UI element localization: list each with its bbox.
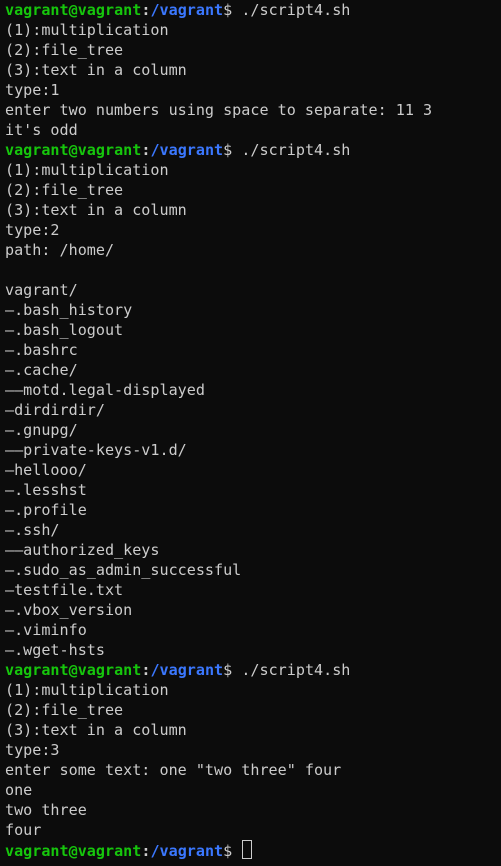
prompt-path: /vagrant bbox=[150, 141, 224, 159]
prompt-symbol: $ bbox=[223, 1, 242, 19]
prompt-username: vagrant bbox=[5, 661, 69, 679]
output-line: —.cache/ bbox=[5, 361, 78, 379]
prompt-symbol: $ bbox=[223, 842, 242, 860]
prompt-username: vagrant bbox=[5, 141, 69, 159]
prompt-symbol: $ bbox=[223, 661, 242, 679]
prompt-line: vagrant@vagrant:/vagrant$ ./script4.sh bbox=[5, 660, 499, 680]
output-line: —hellooo/ bbox=[5, 461, 87, 479]
prompt-hostname: vagrant bbox=[77, 1, 142, 19]
output-line: type:2 bbox=[5, 221, 60, 239]
output-line: path: /home/ bbox=[5, 241, 115, 259]
prompt-hostname: vagrant bbox=[77, 842, 142, 860]
command-text: ./script4.sh bbox=[241, 141, 351, 159]
output-line: —testfile.txt bbox=[5, 581, 124, 599]
prompt-username: vagrant bbox=[5, 842, 69, 860]
output-line: —dirdirdir/ bbox=[5, 401, 105, 419]
output-line: (2):file_tree bbox=[5, 41, 124, 59]
output-line: —.viminfo bbox=[5, 621, 87, 639]
output-line: enter some text: one "two three" four bbox=[5, 761, 342, 779]
output-line: two three bbox=[5, 801, 87, 819]
output-line: —.gnupg/ bbox=[5, 421, 78, 439]
prompt-line: vagrant@vagrant:/vagrant$ ./script4.sh bbox=[5, 0, 499, 20]
output-line: enter two numbers using space to separat… bbox=[5, 101, 433, 119]
prompt-at-sign: @ bbox=[68, 141, 78, 159]
output-line: four bbox=[5, 821, 42, 839]
prompt-symbol: $ bbox=[223, 141, 242, 159]
prompt-path: /vagrant bbox=[150, 842, 224, 860]
output-line: it's odd bbox=[5, 121, 78, 139]
output-line: type:1 bbox=[5, 81, 60, 99]
prompt-hostname: vagrant bbox=[77, 141, 142, 159]
prompt-line: vagrant@vagrant:/vagrant$ ./script4.sh bbox=[5, 140, 499, 160]
output-line: —.lesshst bbox=[5, 481, 87, 499]
output-line: —.wget-hsts bbox=[5, 641, 105, 659]
output-line: vagrant/ bbox=[5, 281, 78, 299]
output-line: ——motd.legal-displayed bbox=[5, 381, 205, 399]
output-line: (3):text in a column bbox=[5, 721, 187, 739]
output-line: —.bash_history bbox=[5, 301, 133, 319]
output-line: ——private-keys-v1.d/ bbox=[5, 441, 187, 459]
prompt-path: /vagrant bbox=[150, 1, 224, 19]
prompt-at-sign: @ bbox=[68, 842, 78, 860]
prompt-at-sign: @ bbox=[68, 661, 78, 679]
output-line: (2):file_tree bbox=[5, 181, 124, 199]
prompt-at-sign: @ bbox=[68, 1, 78, 19]
prompt-hostname: vagrant bbox=[77, 661, 142, 679]
output-line: type:3 bbox=[5, 741, 60, 759]
output-line: one bbox=[5, 781, 33, 799]
command-text: ./script4.sh bbox=[241, 661, 351, 679]
output-line: (3):text in a column bbox=[5, 61, 187, 79]
command-text: ./script4.sh bbox=[241, 1, 351, 19]
prompt-username: vagrant bbox=[5, 1, 69, 19]
output-line: —.bash_logout bbox=[5, 321, 124, 339]
terminal-output[interactable]: vagrant@vagrant:/vagrant$ ./script4.sh (1… bbox=[5, 0, 499, 860]
prompt-line: vagrant@vagrant:/vagrant$ bbox=[5, 840, 499, 860]
output-line: —.sudo_as_admin_successful bbox=[5, 561, 242, 579]
output-line: —.profile bbox=[5, 501, 87, 519]
output-line: —.bashrc bbox=[5, 341, 78, 359]
output-line: —.ssh/ bbox=[5, 521, 60, 539]
output-line: (1):multiplication bbox=[5, 161, 169, 179]
output-line: —.vbox_version bbox=[5, 601, 133, 619]
output-line: (1):multiplication bbox=[5, 21, 169, 39]
output-line: (2):file_tree bbox=[5, 701, 124, 719]
output-line: ——authorized_keys bbox=[5, 541, 160, 559]
output-line: (3):text in a column bbox=[5, 201, 187, 219]
output-line: (1):multiplication bbox=[5, 681, 169, 699]
text-cursor[interactable] bbox=[242, 840, 253, 859]
prompt-path: /vagrant bbox=[150, 661, 224, 679]
